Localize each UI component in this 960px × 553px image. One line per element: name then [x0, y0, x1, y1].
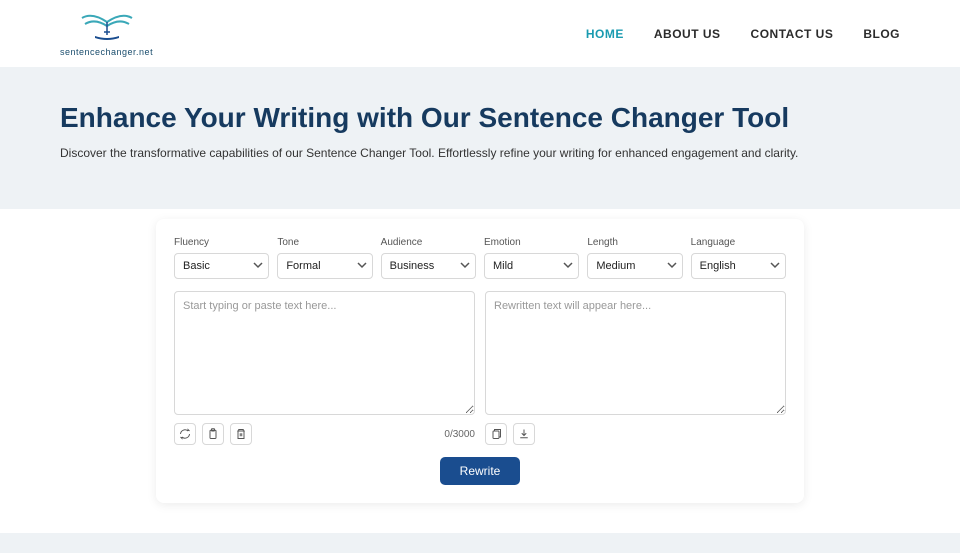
rewrite-button[interactable]: Rewrite [440, 457, 521, 485]
copy-button[interactable] [485, 423, 507, 445]
hero-title: Enhance Your Writing with Our Sentence C… [60, 102, 900, 134]
hero-subtitle: Discover the transformative capabilities… [60, 146, 900, 160]
language-group: Language English [691, 237, 786, 279]
controls-row: Fluency Basic Tone Formal Audience Busin… [174, 237, 786, 279]
actions-row: 0/3000 [174, 423, 786, 445]
nav-contact[interactable]: CONTACT US [751, 27, 834, 41]
length-group: Length Medium [587, 237, 682, 279]
header: sentencechanger.net HOME ABOUT US CONTAC… [0, 0, 960, 67]
emotion-label: Emotion [484, 237, 579, 248]
download-button[interactable] [513, 423, 535, 445]
tool-card: Fluency Basic Tone Formal Audience Busin… [156, 219, 804, 503]
trash-icon [235, 428, 247, 440]
paste-button[interactable] [202, 423, 224, 445]
logo[interactable]: sentencechanger.net [60, 10, 153, 57]
hero-section: Enhance Your Writing with Our Sentence C… [0, 67, 960, 210]
emotion-select[interactable]: Mild [484, 253, 579, 279]
length-select[interactable]: Medium [587, 253, 682, 279]
tone-group: Tone Formal [277, 237, 372, 279]
emotion-group: Emotion Mild [484, 237, 579, 279]
delete-button[interactable] [230, 423, 252, 445]
fluency-select[interactable]: Basic [174, 253, 269, 279]
logo-text: sentencechanger.net [60, 47, 153, 57]
input-textarea[interactable] [174, 291, 475, 415]
nav-about[interactable]: ABOUT US [654, 27, 721, 41]
nav-home[interactable]: HOME [586, 27, 624, 41]
footer-banner [0, 533, 960, 553]
copy-icon [490, 428, 502, 440]
rewrite-row: Rewrite [174, 457, 786, 485]
nav-blog[interactable]: BLOG [863, 27, 900, 41]
output-actions [485, 423, 535, 445]
audience-select[interactable]: Business [381, 253, 476, 279]
paste-icon [207, 428, 219, 440]
audience-group: Audience Business [381, 237, 476, 279]
fluency-label: Fluency [174, 237, 269, 248]
char-counter: 0/3000 [444, 429, 475, 440]
tone-select[interactable]: Formal [277, 253, 372, 279]
fluency-group: Fluency Basic [174, 237, 269, 279]
nav: HOME ABOUT US CONTACT US BLOG [586, 27, 900, 41]
output-textarea[interactable] [485, 291, 786, 415]
textarea-row [174, 291, 786, 415]
refresh-icon [179, 428, 191, 440]
language-label: Language [691, 237, 786, 248]
input-actions [174, 423, 252, 445]
language-select[interactable]: English [691, 253, 786, 279]
length-label: Length [587, 237, 682, 248]
audience-label: Audience [381, 237, 476, 248]
download-icon [518, 428, 530, 440]
logo-icon [77, 10, 137, 45]
tool-container: Fluency Basic Tone Formal Audience Busin… [0, 209, 960, 493]
refresh-button[interactable] [174, 423, 196, 445]
tone-label: Tone [277, 237, 372, 248]
